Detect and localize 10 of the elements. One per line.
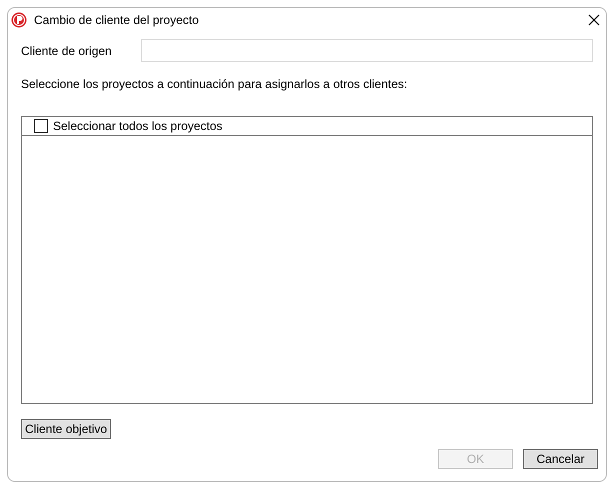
target-client-button[interactable]: Cliente objetivo [21, 419, 112, 439]
select-all-checkbox[interactable] [34, 119, 48, 133]
window-title: Cambio de cliente del proyecto [34, 13, 200, 27]
app-logo-icon [11, 12, 27, 28]
cancel-button[interactable]: Cancelar [523, 449, 598, 469]
source-client-label: Cliente de origen [21, 44, 113, 58]
select-all-label: Seleccionar todos los proyectos [53, 119, 222, 133]
close-icon[interactable] [588, 14, 600, 26]
instruction-text: Seleccione los proyectos a continuación para asignarlos a otros clientes: [21, 77, 408, 91]
source-client-field[interactable] [141, 39, 593, 62]
